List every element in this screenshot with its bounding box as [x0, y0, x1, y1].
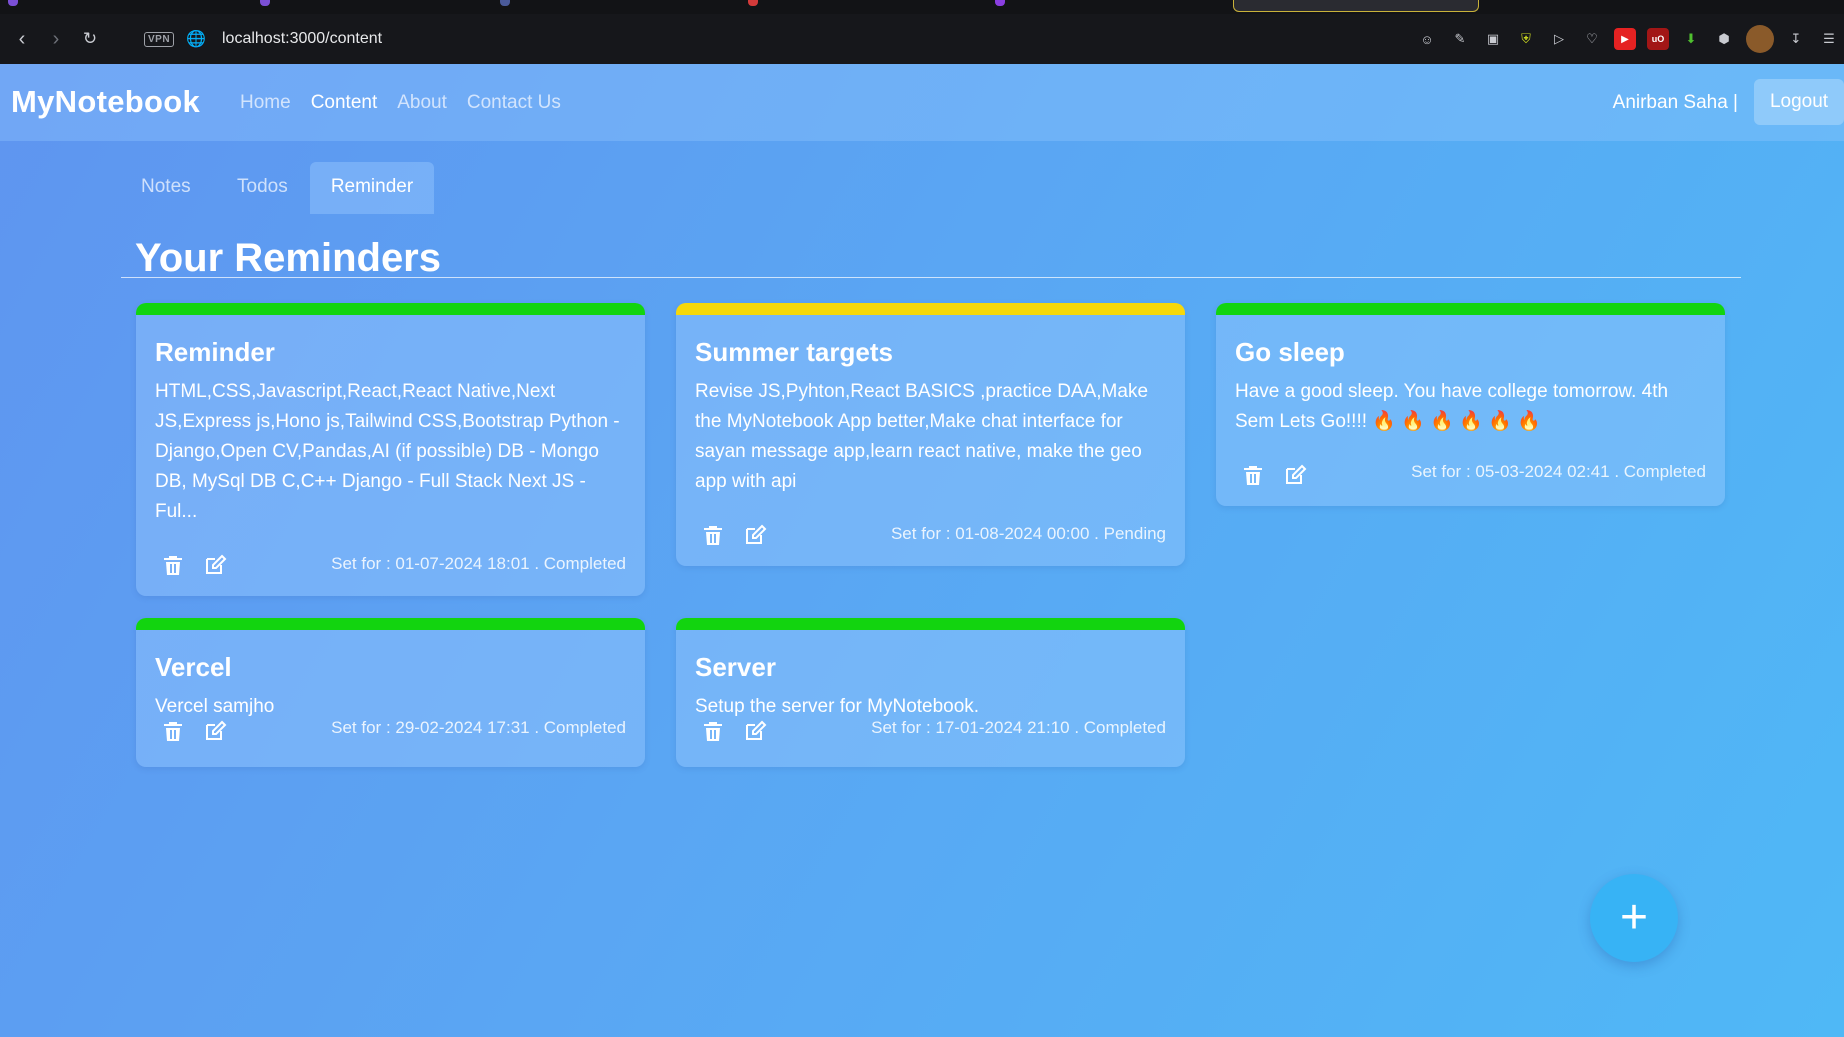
- back-icon[interactable]: ‹: [8, 25, 36, 53]
- edit-icon[interactable]: [743, 523, 767, 547]
- ublock-icon[interactable]: uO: [1647, 28, 1669, 50]
- edit-icon[interactable]: [743, 719, 767, 743]
- reminder-body: Revise JS,Pyhton,React BASICS ,practice …: [695, 381, 1149, 492]
- status-strip: [1216, 303, 1725, 315]
- card-actions: [161, 719, 227, 743]
- trash-icon[interactable]: [161, 553, 185, 577]
- status-strip: [136, 618, 645, 630]
- reminder-body: Have a good sleep. You have college tomo…: [1235, 381, 1669, 432]
- reminder-title: Summer targets: [695, 337, 893, 367]
- trash-icon[interactable]: [161, 719, 185, 743]
- edit-icon[interactable]: ✎: [1449, 28, 1471, 50]
- reminder-meta: Set for : 01-08-2024 00:00 . Pending: [890, 524, 1166, 543]
- reminder-title: Server: [695, 652, 776, 682]
- reminder-title: Go sleep: [1235, 337, 1345, 367]
- brand-logo[interactable]: MyNotebook: [11, 84, 200, 120]
- status-strip: [136, 303, 645, 315]
- nav-content[interactable]: Content: [311, 92, 378, 114]
- tab-reminder[interactable]: Reminder: [310, 162, 434, 214]
- reminder-title: Vercel: [155, 652, 232, 682]
- tab-favicon[interactable]: [260, 0, 270, 6]
- heart-icon[interactable]: ♡: [1581, 28, 1603, 50]
- user-name: Anirban Saha |: [1612, 92, 1738, 113]
- card-actions: [701, 523, 767, 547]
- nav-contact-us[interactable]: Contact Us: [467, 92, 561, 114]
- nav-about[interactable]: About: [397, 92, 447, 114]
- reminder-title: Reminder: [155, 337, 275, 367]
- menu-icon[interactable]: ☰: [1818, 28, 1840, 50]
- card-actions: [701, 719, 767, 743]
- tab-favicon[interactable]: [995, 0, 1005, 6]
- profile-avatar[interactable]: [1746, 25, 1774, 53]
- add-reminder-button[interactable]: +: [1590, 874, 1678, 962]
- address-bar[interactable]: localhost:3000/content: [222, 30, 382, 48]
- globe-icon: 🌐: [186, 31, 206, 48]
- logout-button[interactable]: Logout: [1754, 79, 1844, 125]
- app-navbar: MyNotebook Home Content About Contact Us…: [0, 64, 1844, 141]
- nav-home[interactable]: Home: [240, 92, 291, 114]
- edit-icon[interactable]: [203, 553, 227, 577]
- tab-todos[interactable]: Todos: [217, 162, 308, 214]
- reminder-body: HTML,CSS,Javascript,React,React Native,N…: [155, 381, 620, 522]
- reminder-meta: Set for : 29-02-2024 17:31 . Completed: [331, 718, 626, 737]
- reminder-card: Summer targets Revise JS,Pyhton,React BA…: [676, 303, 1185, 566]
- reminder-meta: Set for : 17-01-2024 21:10 . Completed: [871, 718, 1166, 737]
- cube-icon[interactable]: ⬢: [1713, 28, 1735, 50]
- page-title: Your Reminders: [135, 236, 441, 280]
- reminder-meta: Set for : 05-03-2024 02:41 . Completed: [1411, 462, 1706, 481]
- reload-icon[interactable]: ↻: [76, 25, 104, 53]
- reminder-card: Go sleep Have a good sleep. You have col…: [1216, 303, 1725, 506]
- tab-favicon[interactable]: [500, 0, 510, 6]
- status-strip: [676, 618, 1185, 630]
- edit-icon[interactable]: [203, 719, 227, 743]
- browser-toolbar: ‹ › ↻ VPN 🌐 localhost:3000/content ☺ ✎ ▣…: [0, 14, 1844, 64]
- send-icon[interactable]: ▷: [1548, 28, 1570, 50]
- reminder-card: Server Setup the server for MyNotebook. …: [676, 618, 1185, 767]
- card-actions: [161, 553, 227, 577]
- smiley-icon[interactable]: ☺: [1416, 28, 1438, 50]
- nav-links: Home Content About Contact Us: [240, 92, 581, 114]
- tab-favicon[interactable]: [748, 0, 758, 6]
- status-strip: [676, 303, 1185, 315]
- shield-icon[interactable]: ⛨: [1515, 28, 1537, 50]
- camera-icon[interactable]: ▣: [1482, 28, 1504, 50]
- download-arrow-icon[interactable]: ⬇: [1680, 28, 1702, 50]
- trash-icon[interactable]: [1241, 463, 1265, 487]
- active-browser-tab[interactable]: [1233, 0, 1479, 12]
- page: MyNotebook Home Content About Contact Us…: [0, 64, 1844, 1037]
- vpn-badge[interactable]: VPN: [144, 31, 175, 47]
- reminder-card: Vercel Vercel samjho Set for : 29-02-202…: [136, 618, 645, 767]
- browser-tab-strip: [0, 0, 1844, 14]
- trash-icon[interactable]: [701, 523, 725, 547]
- reminder-meta: Set for : 01-07-2024 18:01 . Completed: [331, 554, 626, 573]
- downloads-icon[interactable]: ↧: [1785, 28, 1807, 50]
- trash-icon[interactable]: [701, 719, 725, 743]
- reminder-card: Reminder HTML,CSS,Javascript,React,React…: [136, 303, 645, 596]
- card-actions: [1241, 463, 1307, 487]
- forward-icon[interactable]: ›: [42, 25, 70, 53]
- extension-icons: ☺ ✎ ▣ ⛨ ▷ ♡ ▶ uO ⬇ ⬢ ↧ ☰: [1416, 14, 1844, 64]
- tab-notes[interactable]: Notes: [121, 162, 211, 214]
- tab-favicon[interactable]: [8, 0, 18, 6]
- youtube-icon[interactable]: ▶: [1614, 28, 1636, 50]
- edit-icon[interactable]: [1283, 463, 1307, 487]
